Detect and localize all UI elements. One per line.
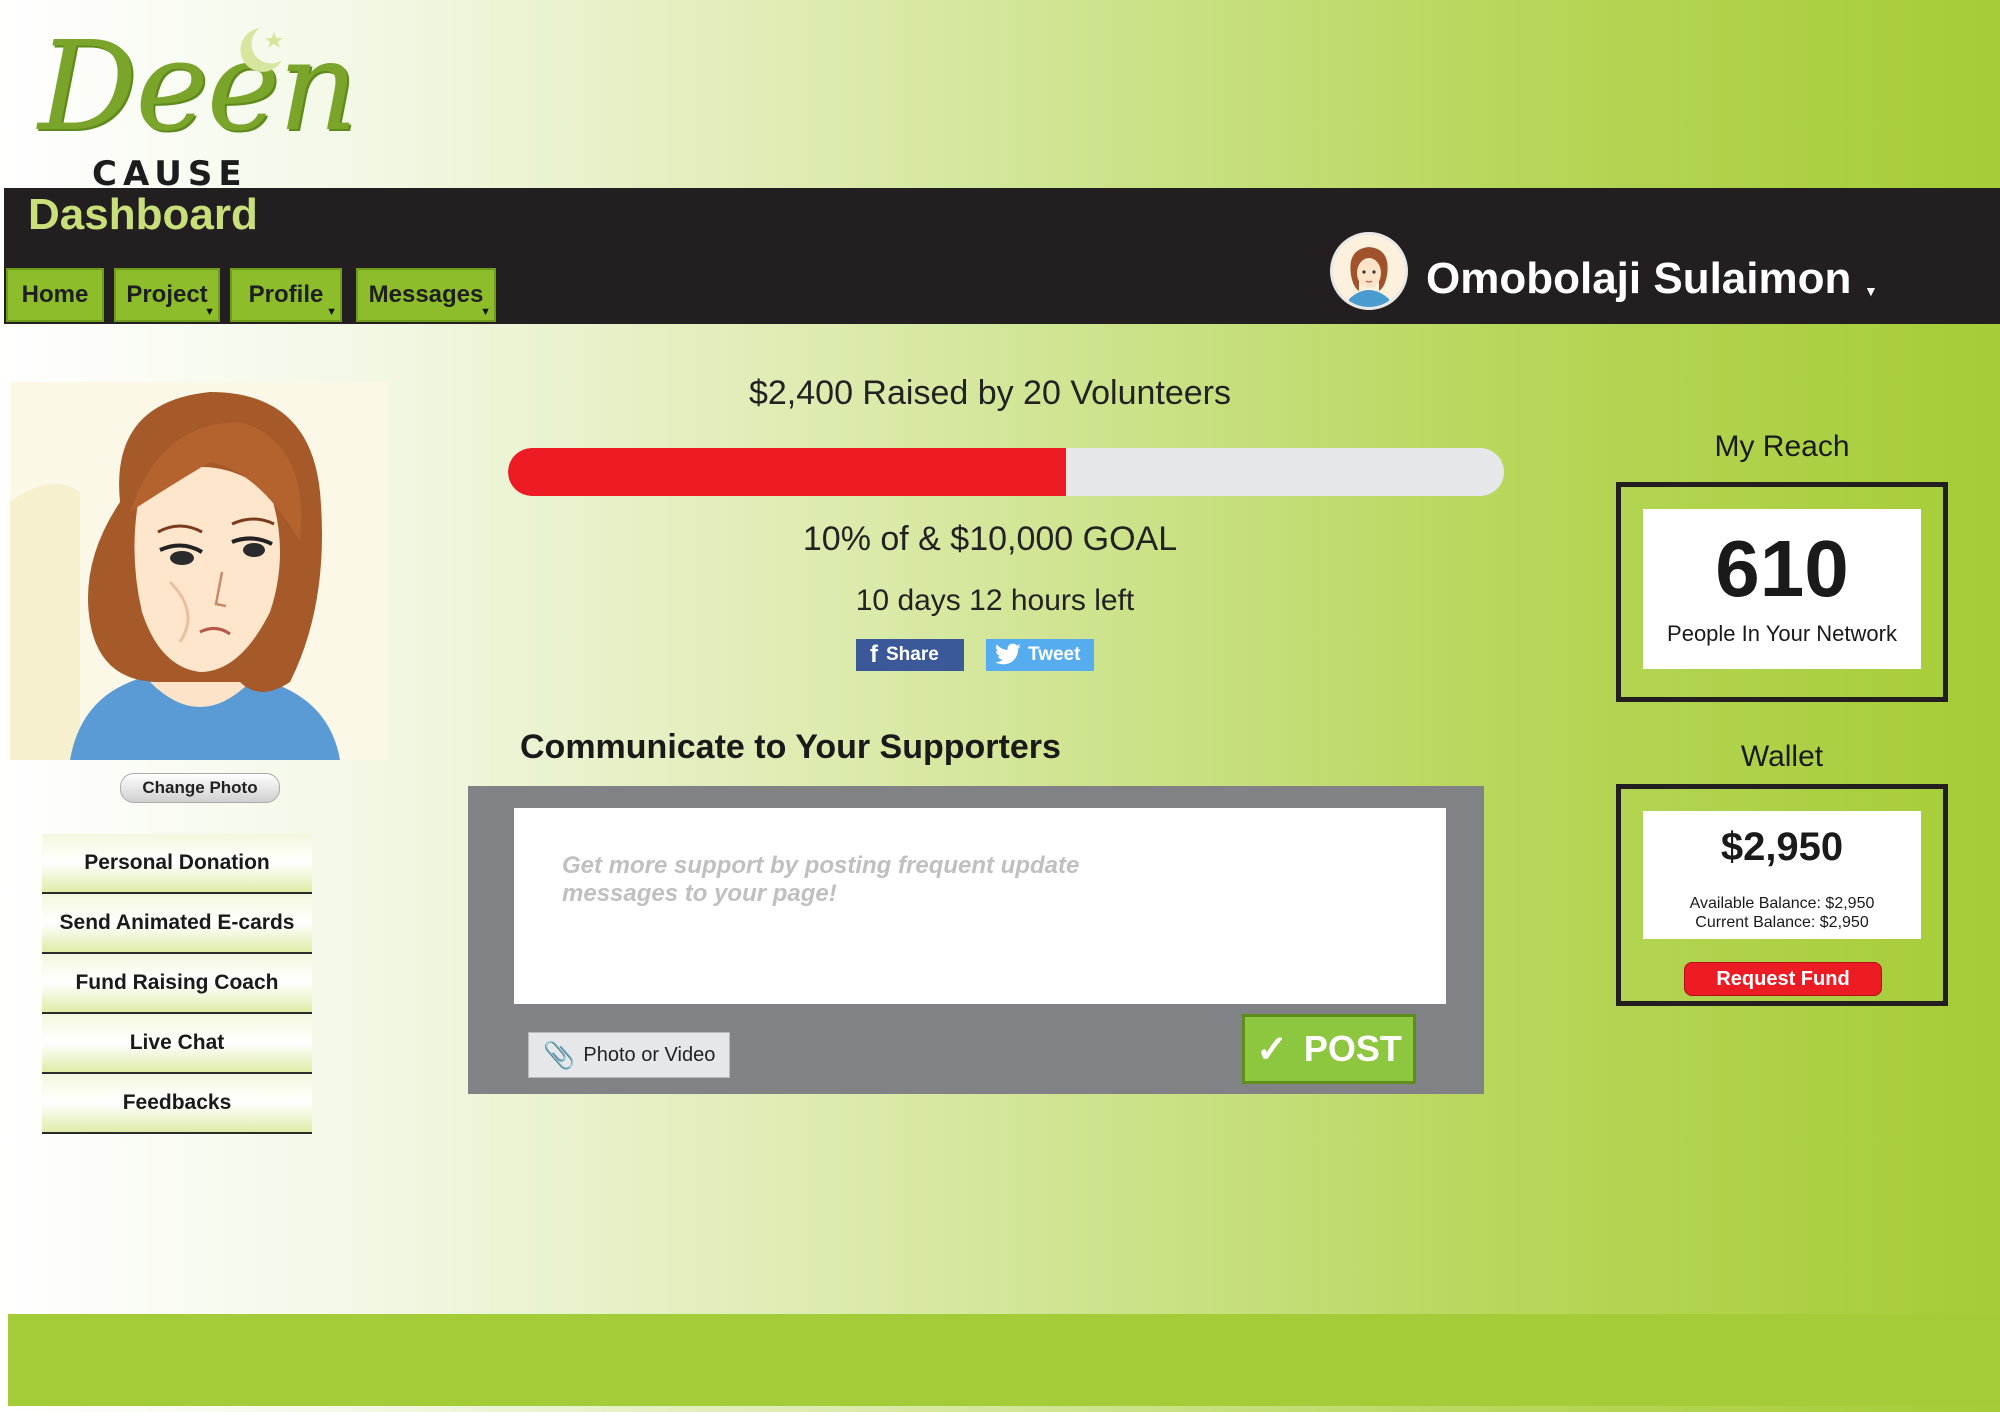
sidebar-item-label: Feedbacks: [122, 1091, 232, 1114]
reach-card-inner: 610 People In Your Network: [1643, 509, 1921, 669]
nav-home[interactable]: Home: [6, 268, 104, 322]
page-title: Dashboard: [28, 190, 258, 239]
progress-bar-fill: [508, 448, 1066, 496]
post-button[interactable]: ✓ POST: [1242, 1014, 1416, 1084]
sidebar-item-label: Live Chat: [129, 1031, 225, 1054]
tweet-label: Tweet: [1028, 644, 1081, 665]
nav-project[interactable]: Project ▼: [114, 268, 220, 322]
caret-down-icon: ▼: [204, 306, 215, 318]
crescent-star-icon: [240, 28, 283, 72]
attach-photo-video-button[interactable]: 📎 Photo or Video: [528, 1032, 730, 1078]
profile-photo: [10, 382, 388, 760]
sidebar-item-live-chat[interactable]: Live Chat: [42, 1014, 312, 1074]
reach-title: My Reach: [1714, 430, 1850, 463]
raised-summary: $2,400 Raised by 20 Volunteers: [748, 374, 1231, 412]
nav-profile-label: Profile: [248, 281, 324, 308]
logo[interactable]: Deen CAUSE: [18, 12, 358, 194]
current-balance: Current Balance: $2,950: [1695, 914, 1869, 931]
caret-down-icon: ▼: [326, 306, 337, 318]
attach-label: Photo or Video: [583, 1043, 716, 1066]
share-label: Share: [886, 644, 939, 665]
user-name[interactable]: Omobolaji Sulaimon: [1426, 254, 1851, 304]
share-button[interactable]: f Share: [856, 639, 964, 671]
sidebar-item-label: Fund Raising Coach: [75, 971, 279, 994]
sidebar-item-fund-raising-coach[interactable]: Fund Raising Coach: [42, 954, 312, 1014]
available-balance: Available Balance: $2,950: [1689, 895, 1875, 912]
paperclip-icon: 📎: [543, 1039, 576, 1070]
composer-heading: Communicate to Your Supporters: [520, 728, 1061, 766]
sidebar-item-personal-donation[interactable]: Personal Donation: [42, 834, 312, 894]
reach-label: People In Your Network: [1667, 621, 1897, 646]
post-message-input[interactable]: [514, 808, 1446, 1004]
time-left: 10 days 12 hours left: [855, 584, 1135, 617]
avatar[interactable]: [1330, 232, 1408, 310]
change-photo-button[interactable]: Change Photo: [120, 773, 280, 803]
nav-messages[interactable]: Messages ▼: [356, 268, 496, 322]
progress-bar: [508, 448, 1504, 496]
goal-text: 10% of & $10,000 GOAL: [802, 520, 1178, 558]
caret-down-icon: ▼: [480, 306, 491, 318]
sidebar-item-feedbacks[interactable]: Feedbacks: [42, 1074, 312, 1134]
sidebar-item-label: Personal Donation: [84, 851, 270, 874]
request-fund-button[interactable]: Request Fund: [1684, 962, 1882, 996]
reach-card: 610 People In Your Network: [1616, 482, 1948, 702]
footer-bar: [8, 1314, 2000, 1406]
nav-project-label: Project: [126, 281, 208, 308]
facebook-icon: f: [870, 641, 878, 668]
wallet-title: Wallet: [1740, 740, 1824, 773]
caret-down-icon[interactable]: ▼: [1864, 283, 1878, 299]
nav-home-label: Home: [21, 281, 89, 308]
logo-word: Deen: [38, 15, 358, 159]
nav-profile[interactable]: Profile ▼: [230, 268, 342, 322]
tweet-button[interactable]: Tweet: [986, 639, 1094, 671]
checkmark-icon: ✓: [1256, 1028, 1288, 1071]
wallet-amount: $2,950: [1720, 825, 1844, 869]
sidebar-item-label: Send Animated E-cards: [59, 911, 295, 934]
post-label: POST: [1303, 1028, 1402, 1069]
wallet-card-inner: $2,950 Available Balance: $2,950 Current…: [1643, 811, 1921, 939]
reach-number: 610: [1715, 524, 1849, 613]
sidebar-item-send-ecards[interactable]: Send Animated E-cards: [42, 894, 312, 954]
twitter-icon: [995, 643, 1021, 665]
nav-messages-label: Messages: [368, 281, 484, 308]
